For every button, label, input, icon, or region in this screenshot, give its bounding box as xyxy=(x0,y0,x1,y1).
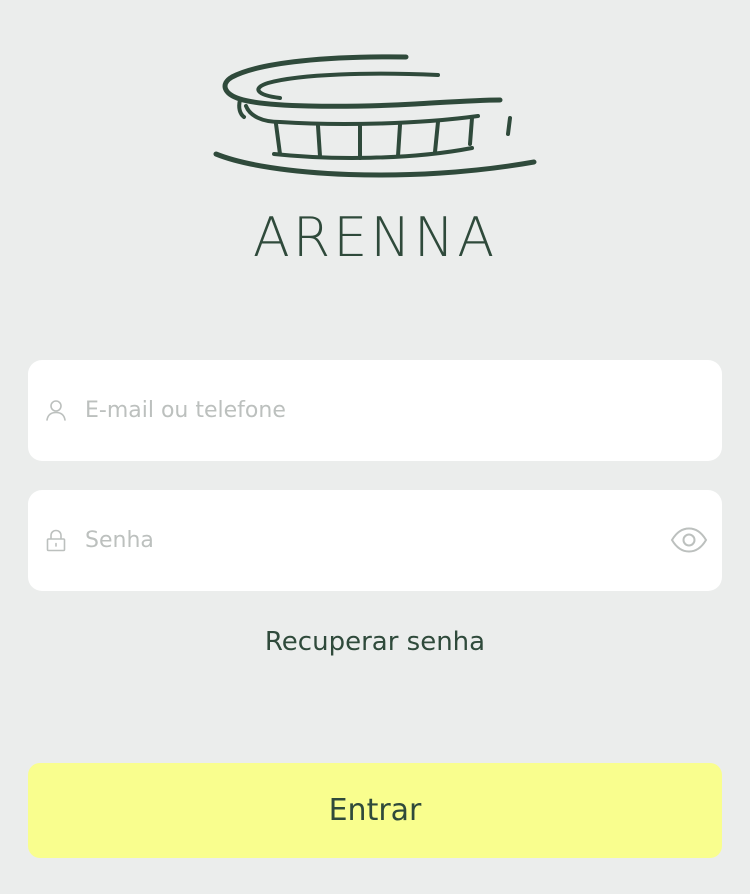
eye-icon[interactable] xyxy=(670,526,708,554)
login-button[interactable]: Entrar xyxy=(28,763,722,858)
recover-password-link[interactable]: Recuperar senha xyxy=(0,620,750,664)
email-field[interactable] xyxy=(28,360,722,461)
password-field[interactable] xyxy=(28,490,722,591)
email-input[interactable] xyxy=(85,390,645,430)
stadium-logo-icon xyxy=(213,54,537,178)
user-icon xyxy=(46,400,66,421)
lock-icon xyxy=(46,529,66,552)
password-input[interactable] xyxy=(85,520,645,560)
brand-name: ARENNA xyxy=(252,206,498,269)
